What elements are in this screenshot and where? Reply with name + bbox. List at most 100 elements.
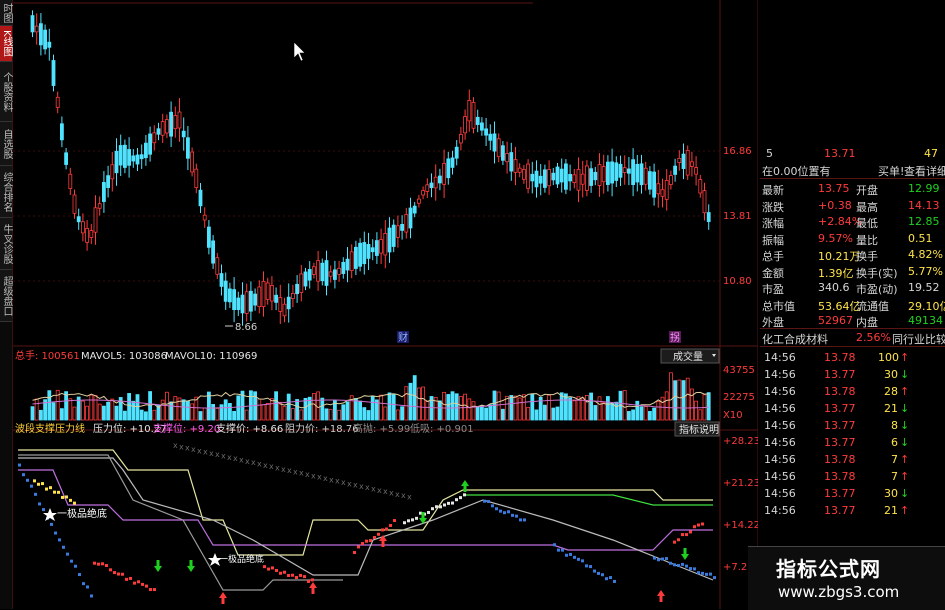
- indicator-dot: [57, 490, 60, 494]
- volume-bar: [135, 394, 140, 421]
- indicator-plot: xxxxxxxxxxxxxxxxxxxxxxxxxxxxxxxxxxxxxxxx: [18, 441, 716, 604]
- indicator-dot: [435, 505, 438, 509]
- indicator-high: 高抛: +5.99: [353, 422, 410, 435]
- candle: [337, 267, 342, 275]
- volume-bar: [269, 398, 274, 421]
- volume-bar: [610, 402, 614, 421]
- volume-bar: [421, 386, 426, 421]
- volume-bar: [652, 407, 656, 421]
- candle: [248, 290, 253, 312]
- view-detail-link[interactable]: 查看详细: [904, 163, 945, 179]
- left-tab[interactable]: K线图: [0, 26, 12, 62]
- indicator-dot: [41, 482, 44, 486]
- indicator-dot: [26, 478, 29, 482]
- left-tab[interactable]: 牛叉诊股: [0, 218, 12, 270]
- sector-name[interactable]: 化工合成材料: [762, 331, 828, 347]
- indicator-marker: x: [401, 491, 406, 500]
- indicator-dot: [681, 533, 684, 537]
- indicator-dot: [49, 486, 52, 490]
- indicator-dot: [507, 510, 510, 514]
- candle: [463, 116, 468, 134]
- volume-bar: [30, 406, 35, 421]
- indicator-dot: [149, 588, 152, 592]
- candle: [223, 280, 228, 302]
- order-price: 13.71: [824, 147, 856, 160]
- sector-change: 2.56%: [856, 331, 891, 344]
- indicator-marker: x: [335, 477, 340, 486]
- arrow-down-icon: [187, 560, 195, 572]
- candle: [395, 225, 400, 238]
- indicator-marker: x: [341, 478, 346, 487]
- candle: [446, 158, 451, 179]
- tick-row: 14:56 13.77 21 ↓: [760, 400, 945, 417]
- indicator-dot: [357, 545, 360, 549]
- indicator-dot: [585, 564, 588, 568]
- candle: [244, 291, 249, 314]
- indicator-dot: [283, 570, 286, 574]
- indicator-marker: x: [257, 459, 262, 468]
- price-axis-label: 16.86: [723, 146, 752, 157]
- volume-bar: [530, 393, 535, 421]
- indicator-dot: [593, 569, 596, 573]
- indicator-dot: [693, 567, 696, 571]
- volume-bar: [265, 403, 270, 421]
- indicator-dot: [669, 561, 672, 565]
- indicator-marker: x: [371, 485, 376, 494]
- volume-bar: [139, 409, 144, 421]
- volume-bar: [64, 391, 68, 421]
- volume-bar: [521, 394, 526, 421]
- candle: [383, 233, 388, 256]
- left-tab[interactable]: 时图: [0, 0, 12, 26]
- tick-price: 13.77: [824, 402, 856, 415]
- kline-chart-area[interactable]: 8.66 财 拐 16.86 13.81 10.80 总手: 100561 MA…: [13, 0, 758, 609]
- left-tab[interactable]: 自选股: [0, 122, 12, 166]
- indicator-marker: x: [221, 452, 226, 461]
- candle: [400, 224, 405, 231]
- indicator-dot: [62, 545, 65, 549]
- indicator-dot: [689, 567, 692, 571]
- volume-bar: [484, 407, 489, 421]
- candle: [694, 167, 698, 175]
- candle: [341, 261, 346, 274]
- candle: [593, 171, 598, 181]
- indicator-dot: [22, 473, 25, 477]
- left-tab[interactable]: 综合排名: [0, 166, 12, 218]
- indicator-dot: [267, 567, 270, 571]
- indicator-axis-label: +14.22: [723, 520, 758, 531]
- indicator-dot: [53, 490, 56, 494]
- tick-time: 14:56: [764, 402, 796, 415]
- volume-bar: [215, 408, 220, 421]
- indicator-line: [18, 449, 713, 556]
- mouse-cursor-icon: [293, 41, 306, 62]
- indicator-marker: x: [389, 489, 394, 498]
- arrow-down-icon: ↓: [900, 436, 910, 449]
- candle: [387, 227, 392, 253]
- indicator-dot: [18, 463, 21, 467]
- candle: [555, 166, 560, 185]
- left-tab[interactable]: 个股资料: [0, 62, 12, 122]
- volume-bar: [68, 398, 73, 421]
- volume-bar: [593, 405, 598, 421]
- indicator-dot: [557, 548, 560, 552]
- indicator-dot: [73, 501, 76, 505]
- mavol10-value: MAVOL10: 110969: [165, 351, 257, 362]
- indicator-dot: [97, 562, 100, 566]
- left-tab[interactable]: 超级盘口: [0, 270, 12, 322]
- tick-price: 13.77: [824, 504, 856, 517]
- candle: [106, 175, 110, 188]
- quote-row: 总手 10.21万 换手 4.82%: [760, 246, 945, 263]
- candle: [500, 145, 505, 161]
- candle: [278, 297, 283, 312]
- indicator-marker: x: [179, 442, 184, 451]
- indicator-dot: [86, 585, 89, 589]
- arrow-up-icon: [657, 590, 665, 602]
- indicator-dot: [451, 501, 454, 505]
- tick-row: 14:56 13.77 30 ↓: [760, 366, 945, 383]
- candle: [559, 168, 564, 183]
- tick-time: 14:56: [764, 368, 796, 381]
- indicator-dot: [697, 523, 700, 527]
- candle: [673, 165, 677, 175]
- peer-compare-link[interactable]: 同行业比较: [892, 331, 945, 347]
- arrow-down-icon: ↓: [900, 402, 910, 415]
- indicator-dot: [287, 574, 290, 578]
